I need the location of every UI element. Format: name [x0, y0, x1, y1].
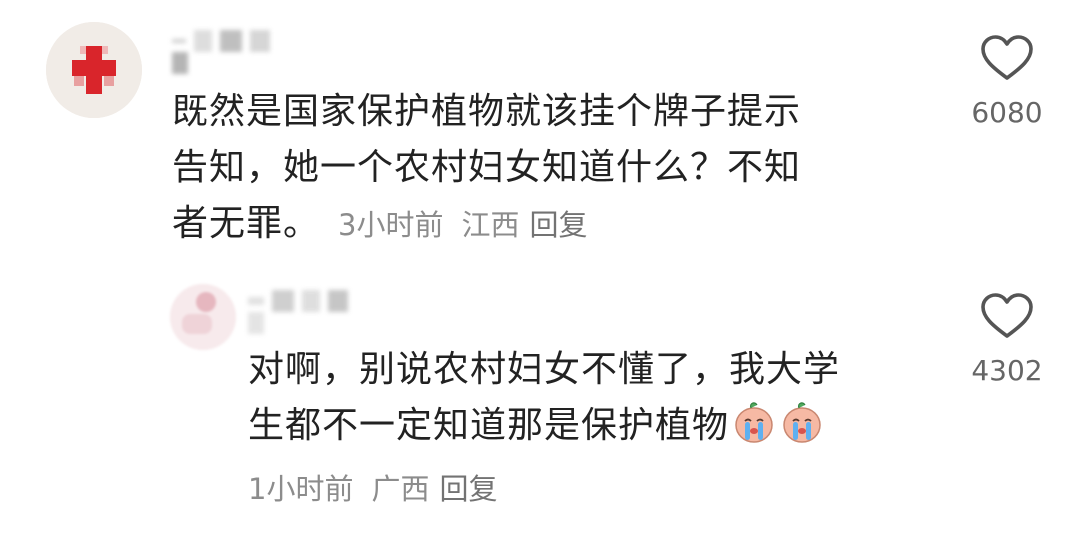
- comment-meta: 1小时前 广西 回复: [248, 466, 497, 508]
- heart-icon: [981, 293, 1033, 338]
- like-button[interactable]: 6080: [962, 34, 1052, 129]
- username-redacted[interactable]: [172, 30, 280, 74]
- comment-meta: 3小时前 江西 回复: [320, 208, 587, 242]
- like-count: 4302: [971, 354, 1043, 387]
- comment-time: 1小时前: [248, 472, 354, 506]
- comment-text: 既然是国家保护植物就该挂个牌子提示 告知，她一个农村妇女知道什么？不知 者无罪。 3小…: [172, 84, 801, 253]
- like-count: 6080: [971, 96, 1043, 129]
- comment-line: 告知，她一个农村妇女知道什么？不知: [172, 147, 802, 188]
- crying-face-emoji: [731, 399, 777, 445]
- avatar-image: [170, 284, 236, 350]
- comment-time: 3小时前: [338, 208, 444, 242]
- comment-location: 江西: [461, 208, 520, 242]
- red-cross-icon: [46, 22, 142, 118]
- avatar[interactable]: [46, 22, 142, 118]
- comment-line: 者无罪。: [172, 203, 321, 244]
- comment-location: 广西: [371, 472, 430, 506]
- avatar[interactable]: [170, 284, 236, 350]
- heart-icon: [981, 35, 1033, 80]
- reply-button[interactable]: 回复: [439, 472, 497, 506]
- comment-line: 生都不一定知道那是保护植物: [248, 405, 730, 446]
- username-redacted[interactable]: [248, 290, 360, 334]
- comment-line: 既然是国家保护植物就该挂个牌子提示: [172, 91, 802, 132]
- comment-line: 对啊，别说农村妇女不懂了，我大学: [248, 349, 841, 390]
- like-button[interactable]: 4302: [962, 292, 1052, 387]
- comment-text: 对啊，别说农村妇女不懂了，我大学 生都不一定知道那是保护植物: [248, 342, 840, 454]
- comment-thread: 既然是国家保护植物就该挂个牌子提示 告知，她一个农村妇女知道什么？不知 者无罪。 3小…: [0, 0, 1080, 554]
- reply-button[interactable]: 回复: [529, 208, 587, 242]
- crying-face-emoji: [779, 399, 825, 445]
